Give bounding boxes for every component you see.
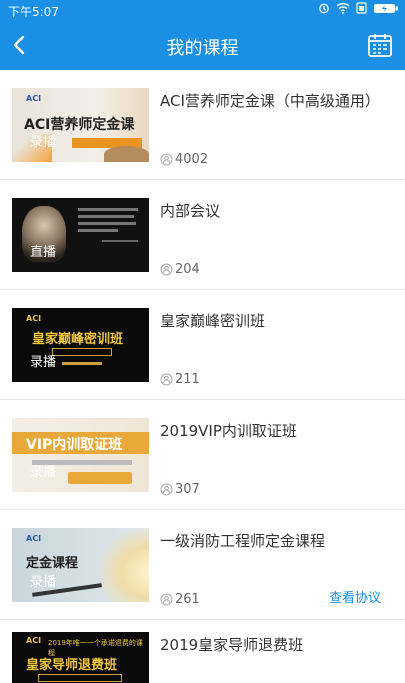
view-count-value: 261: [175, 592, 200, 607]
course-item[interactable]: ACI 皇家巅峰密训班 录播 皇家巅峰密训班 211: [0, 290, 405, 400]
view-count-value: 204: [175, 262, 200, 277]
viewer-icon: [160, 483, 173, 496]
course-item[interactable]: ACI 定金课程 录播 一级消防工程师定金课程 261 查看协议: [0, 510, 405, 620]
wifi-icon: [336, 3, 350, 14]
course-type-tag: 录播: [30, 575, 57, 590]
view-count-value: 4002: [175, 152, 209, 167]
status-bar: 下午5:07: [0, 0, 405, 20]
view-count: 204: [160, 262, 200, 277]
course-title: 内部会议: [160, 202, 221, 220]
thumbnail-title: 定金课程: [26, 556, 79, 571]
course-type-tag: 直播: [30, 245, 57, 260]
brand-logo: ACI: [26, 636, 42, 645]
status-time: 下午5:07: [8, 5, 59, 19]
course-title: 一级消防工程师定金课程: [160, 532, 326, 550]
course-thumbnail: VIP内训取证班 录播: [12, 418, 149, 492]
course-type-tag: 录播: [30, 465, 57, 480]
status-icons: [318, 2, 399, 14]
course-thumbnail: ACI 皇家巅峰密训班 录播: [12, 308, 149, 382]
viewer-icon: [160, 153, 173, 166]
alarm-icon: [319, 3, 329, 14]
viewer-icon: [160, 593, 173, 606]
course-type-tag: 录播: [30, 135, 57, 150]
app-header: 我的课程: [0, 20, 405, 70]
calendar-icon[interactable]: [367, 32, 393, 58]
course-item[interactable]: VIP内训取证班 录播 2019VIP内训取证班 307: [0, 400, 405, 510]
battery-icon: [374, 3, 398, 13]
course-list: ACI ACI营养师定金课 录播 ACI营养师定金课（中高级通用） 4002 直…: [0, 70, 405, 683]
course-type-tag: 录播: [30, 355, 57, 370]
view-count-value: 307: [175, 482, 200, 497]
thumbnail-title: VIP内训取证班: [26, 437, 123, 453]
view-count-value: 211: [175, 372, 200, 387]
course-thumbnail: ACI 2019年唯一一个承诺退费的课程 皇家导师退费班: [12, 632, 149, 683]
course-title: 2019皇家导师退费班: [160, 636, 304, 654]
thumbnail-title: 皇家导师退费班: [26, 658, 118, 673]
view-count: 307: [160, 482, 200, 497]
thumbnail-title: 皇家巅峰密训班: [32, 332, 124, 347]
course-thumbnail: 直播: [12, 198, 149, 272]
page-title: 我的课程: [166, 38, 239, 59]
view-agreement-link[interactable]: 查看协议: [329, 587, 381, 606]
brand-logo: ACI: [26, 534, 42, 543]
course-title: 皇家巅峰密训班: [160, 312, 266, 330]
course-title: ACI营养师定金课（中高级通用）: [160, 92, 380, 110]
view-count: 4002: [160, 152, 208, 167]
course-title: 2019VIP内训取证班: [160, 422, 297, 440]
course-thumbnail: ACI ACI营养师定金课 录播: [12, 88, 149, 162]
sim-icon: [356, 2, 367, 14]
brand-logo: ACI: [26, 314, 42, 323]
view-count: 211: [160, 372, 200, 387]
brand-logo: ACI: [26, 94, 42, 103]
course-item[interactable]: ACI 2019年唯一一个承诺退费的课程 皇家导师退费班 2019皇家导师退费班: [0, 620, 405, 683]
view-count: 261: [160, 592, 200, 607]
viewer-icon: [160, 263, 173, 276]
course-item[interactable]: 直播 内部会议 204: [0, 180, 405, 290]
viewer-icon: [160, 373, 173, 386]
course-thumbnail: ACI 定金课程 录播: [12, 528, 149, 602]
course-item[interactable]: ACI ACI营养师定金课 录播 ACI营养师定金课（中高级通用） 4002: [0, 70, 405, 180]
